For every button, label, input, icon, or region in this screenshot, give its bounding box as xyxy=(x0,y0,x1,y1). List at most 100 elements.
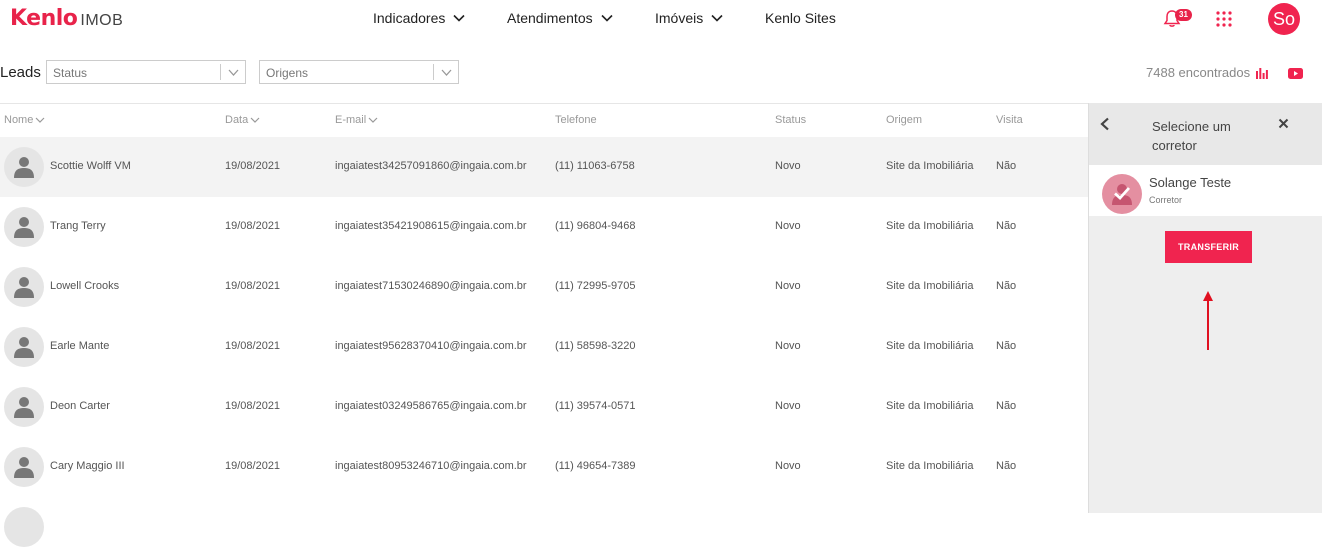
nav-indicadores[interactable]: Indicadores xyxy=(373,10,465,26)
cell-visit: Não xyxy=(996,340,1017,352)
nav-kenlo-sites[interactable]: Kenlo Sites xyxy=(765,10,836,26)
cell-visit: Não xyxy=(996,160,1017,172)
cell-email: ingaiatest80953246710@ingaia.com.br xyxy=(335,460,527,472)
sort-chevron-icon xyxy=(35,117,45,123)
results-count: 7488 encontrados xyxy=(1146,65,1251,80)
chevron-down-icon xyxy=(228,69,239,76)
chevron-down-icon xyxy=(601,14,613,22)
top-navigation-bar: Kenlo IMOB Indicadores Atendimentos Imóv… xyxy=(0,0,1322,40)
nav-imoveis-label: Imóveis xyxy=(655,10,704,26)
column-header-email[interactable]: E-mail xyxy=(335,114,378,126)
cell-origin: Site da Imobiliária xyxy=(886,340,974,352)
logo-kenlo-text: Kenlo xyxy=(10,6,78,31)
table-row[interactable]: Deon Carter 19/08/2021 ingaiatest032495867… xyxy=(0,377,1088,437)
cell-name: Trang Terry xyxy=(50,220,106,232)
column-header-label: Nome xyxy=(4,114,34,126)
column-header-label: Visita xyxy=(996,114,1023,126)
cell-date: 19/08/2021 xyxy=(225,340,281,352)
lead-avatar xyxy=(4,327,44,367)
lead-avatar xyxy=(4,387,44,427)
close-icon[interactable] xyxy=(1278,118,1289,129)
table-header: Nome Data E-mail Telefone Status Origem … xyxy=(0,104,1088,136)
column-header-status: Status xyxy=(775,114,806,126)
column-header-nome[interactable]: Nome xyxy=(4,114,45,126)
apps-grid-icon[interactable] xyxy=(1216,11,1232,27)
cell-name: Deon Carter xyxy=(50,400,110,412)
origins-select-placeholder: Origens xyxy=(266,66,309,80)
lead-avatar xyxy=(4,207,44,247)
cell-email: ingaiatest34257091860@ingaia.com.br xyxy=(335,160,527,172)
cell-name: Scottie Wolff VM xyxy=(50,160,131,172)
cell-phone: (11) 58598-3220 xyxy=(555,340,636,352)
nav-imoveis[interactable]: Imóveis xyxy=(655,10,723,26)
cell-status: Novo xyxy=(775,400,801,412)
cell-date: 19/08/2021 xyxy=(225,220,281,232)
cell-phone: (11) 39574-0571 xyxy=(555,400,636,412)
cell-status: Novo xyxy=(775,460,801,472)
leads-table: Nome Data E-mail Telefone Status Origem … xyxy=(0,103,1088,547)
transfer-button[interactable]: TRANSFERIR xyxy=(1165,231,1252,263)
cell-status: Novo xyxy=(775,280,801,292)
annotation-arrow-up-icon xyxy=(1203,291,1213,350)
cell-email: ingaiatest35421908615@ingaia.com.br xyxy=(335,220,527,232)
youtube-icon[interactable] xyxy=(1288,68,1303,79)
cell-status: Novo xyxy=(775,160,801,172)
column-header-visita: Visita xyxy=(996,114,1023,126)
cell-origin: Site da Imobiliária xyxy=(886,160,974,172)
cell-origin: Site da Imobiliária xyxy=(886,220,974,232)
cell-visit: Não xyxy=(996,400,1017,412)
cell-status: Novo xyxy=(775,340,801,352)
cell-name: Lowell Crooks xyxy=(50,280,120,292)
nav-atendimentos[interactable]: Atendimentos xyxy=(507,10,613,26)
cell-phone: (11) 11063-6758 xyxy=(555,160,635,172)
lead-avatar xyxy=(4,447,44,487)
bar-chart-icon[interactable] xyxy=(1256,68,1268,79)
kenlo-imob-logo[interactable]: Kenlo IMOB xyxy=(10,6,123,31)
cell-date: 19/08/2021 xyxy=(225,400,281,412)
chevron-down-icon xyxy=(453,14,465,22)
agent-name: Solange Teste xyxy=(1149,175,1232,190)
status-select[interactable]: Status xyxy=(46,60,246,84)
table-row[interactable]: Scottie Wolff VM 19/08/2021 ingaiatest3425… xyxy=(0,137,1088,197)
user-avatar[interactable]: So xyxy=(1268,3,1300,35)
person-icon xyxy=(14,337,34,358)
column-header-origem: Origem xyxy=(886,114,922,126)
agent-option[interactable]: Solange Teste Corretor xyxy=(1089,165,1322,217)
cell-origin: Site da Imobiliária xyxy=(886,400,974,412)
table-row[interactable]: Trang Terry 19/08/2021 ingaiatest354219086… xyxy=(0,197,1088,257)
cell-visit: Não xyxy=(996,280,1017,292)
cell-visit: Não xyxy=(996,460,1017,472)
cell-date: 19/08/2021 xyxy=(225,160,281,172)
lead-avatar xyxy=(4,267,44,307)
person-icon xyxy=(14,397,34,418)
chevron-left-icon[interactable] xyxy=(1099,117,1111,131)
column-header-telefone: Telefone xyxy=(555,114,597,126)
status-select-placeholder: Status xyxy=(53,66,88,80)
origins-select[interactable]: Origens xyxy=(259,60,459,84)
sort-chevron-icon xyxy=(368,117,378,123)
cell-email: ingaiatest95628370410@ingaia.com.br xyxy=(335,340,527,352)
cell-origin: Site da Imobiliária xyxy=(886,460,974,472)
cell-origin: Site da Imobiliária xyxy=(886,280,974,292)
leads-filter-bar: Leads Status Origens 7488 encontrados xyxy=(0,56,1322,96)
select-divider xyxy=(220,64,221,80)
cell-status: Novo xyxy=(775,220,801,232)
column-header-data[interactable]: Data xyxy=(225,114,260,126)
cell-visit: Não xyxy=(996,220,1017,232)
person-icon xyxy=(14,217,34,238)
table-row[interactable]: Cary Maggio III 19/08/2021 ingaiatest80953… xyxy=(0,437,1088,497)
person-icon xyxy=(14,157,34,178)
table-row[interactable]: Earle Mante 19/08/2021 ingaiatest956283704… xyxy=(0,317,1088,377)
panel-header: Selecione um corretor xyxy=(1089,103,1322,165)
check-icon xyxy=(1114,187,1131,200)
cell-name: Cary Maggio III xyxy=(50,460,125,472)
panel-title: Selecione um corretor xyxy=(1152,119,1231,153)
logo-imob-text: IMOB xyxy=(80,12,124,29)
cell-date: 19/08/2021 xyxy=(225,460,281,472)
agent-role: Corretor xyxy=(1149,195,1183,205)
table-row[interactable]: Lowell Crooks 19/08/2021 ingaiatest7153024… xyxy=(0,257,1088,317)
agent-avatar-selected xyxy=(1102,174,1142,214)
column-header-label: Status xyxy=(775,114,807,126)
cell-date: 19/08/2021 xyxy=(225,280,281,292)
notification-count-badge: 31 xyxy=(1175,9,1192,21)
